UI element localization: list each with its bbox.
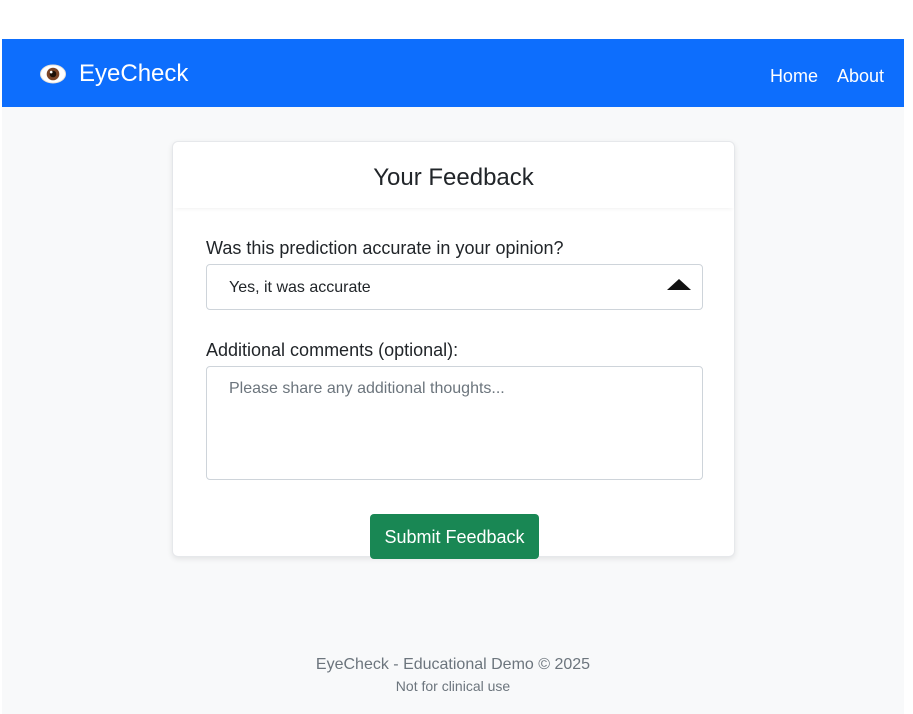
card-title: Your Feedback bbox=[373, 164, 534, 191]
accuracy-question-label: Was this prediction accurate in your opi… bbox=[206, 238, 564, 258]
comments-label: Additional comments (optional): bbox=[206, 340, 459, 360]
footer: EyeCheck - Educational Demo © 2025 Not f… bbox=[2, 654, 904, 695]
page-background: EyeCheck Home About Your Feedback Was th… bbox=[2, 39, 904, 714]
nav-links: Home About bbox=[770, 65, 884, 87]
submit-feedback-button[interactable]: Submit Feedback bbox=[370, 514, 539, 559]
navbar: EyeCheck Home About bbox=[2, 39, 904, 107]
footer-copyright: EyeCheck - Educational Demo © 2025 bbox=[315, 656, 591, 673]
accuracy-select-value: Yes, it was accurate bbox=[229, 279, 371, 296]
brand-name: EyeCheck bbox=[79, 60, 189, 87]
card-header: Your Feedback bbox=[173, 142, 734, 208]
caret-up-icon bbox=[667, 278, 691, 290]
brand-link[interactable]: EyeCheck bbox=[40, 59, 188, 89]
eye-icon bbox=[40, 64, 66, 84]
nav-link-about[interactable]: About bbox=[837, 65, 884, 87]
nav-link-home[interactable]: Home bbox=[770, 65, 818, 87]
feedback-card: Your Feedback Was this prediction accura… bbox=[172, 141, 735, 559]
comments-textarea[interactable] bbox=[206, 366, 703, 480]
accuracy-select[interactable]: Yes, it was accurate bbox=[206, 264, 703, 310]
footer-disclaimer: Not for clinical use bbox=[395, 678, 511, 694]
